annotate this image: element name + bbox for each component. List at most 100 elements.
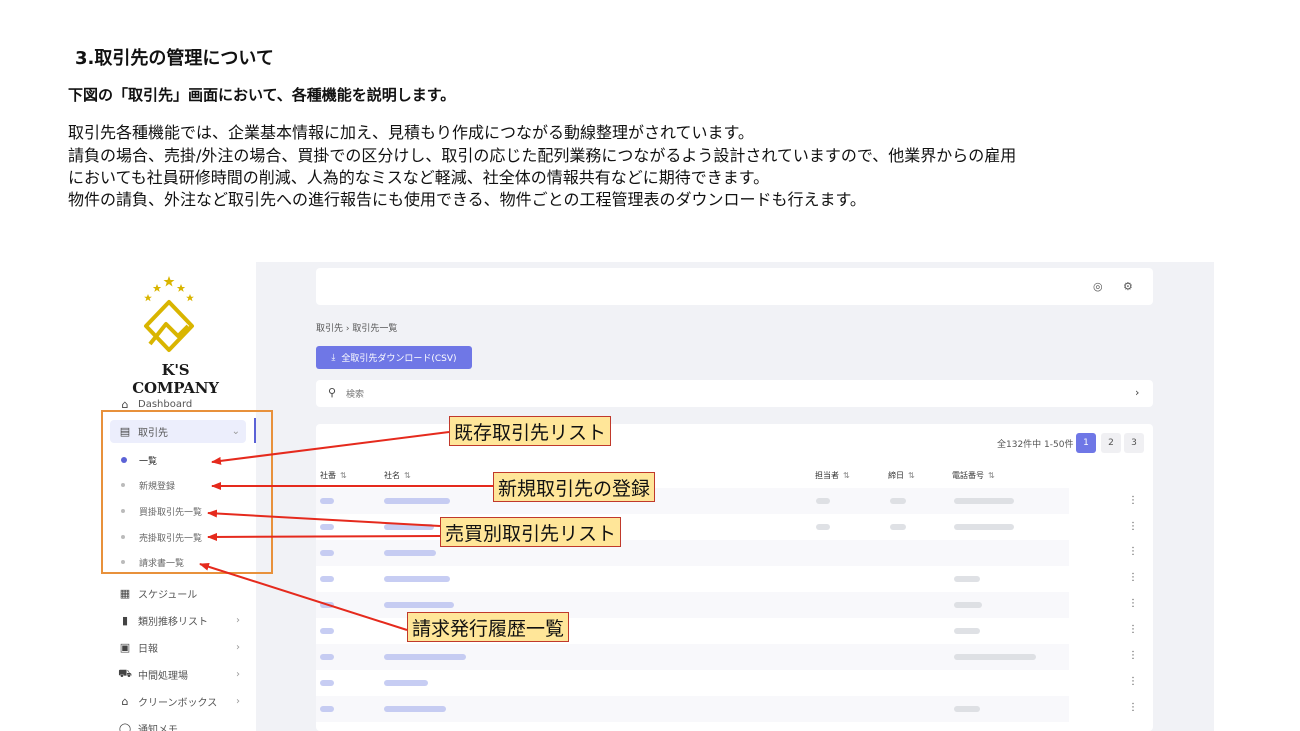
sidebar-item-label: 類別推移リスト (138, 616, 208, 628)
blurred-cell (890, 524, 906, 530)
table-row[interactable] (316, 540, 1069, 566)
search-input[interactable]: 検索 (346, 387, 364, 400)
sidebar-item-label: クリーンボックス (138, 697, 218, 709)
company-logo-icon (144, 276, 194, 352)
page-button-2[interactable]: 2 (1101, 433, 1121, 453)
sidebar-item-label: スケジュール (138, 589, 198, 601)
search-icon: ⚲ (328, 386, 337, 399)
highlight-box (101, 410, 273, 574)
callout-new: 新規取引先の登録 (493, 472, 656, 502)
chevron-right-icon[interactable]: › (1135, 386, 1139, 399)
trash-icon: ⌂ (121, 694, 129, 708)
row-menu-icon[interactable]: ⋮ (1128, 521, 1138, 532)
blurred-cell (384, 524, 434, 530)
sidebar-item-ruibetsu[interactable]: ▮ 類別推移リスト › (118, 609, 246, 631)
table-row[interactable] (316, 566, 1069, 592)
page-button-1[interactable]: 1 (1076, 433, 1096, 453)
calendar-icon: ▦ (119, 586, 131, 600)
sidebar-item-label: Dashboard (138, 398, 193, 410)
sort-icon: ⇅ (908, 471, 915, 480)
chevron-right-icon: › (236, 695, 240, 707)
blurred-cell (384, 576, 450, 582)
blurred-cell (320, 680, 334, 686)
page-button-3[interactable]: 3 (1124, 433, 1144, 453)
breadcrumb: 取引先 › 取引先一覧 (316, 324, 398, 334)
table-row[interactable] (316, 488, 1069, 514)
column-header[interactable]: 社番 ⇅ (320, 470, 347, 481)
truck-icon: ⛟ (118, 666, 132, 680)
sort-icon: ⇅ (843, 471, 850, 480)
blurred-cell (954, 576, 980, 582)
row-menu-icon[interactable]: ⋮ (1128, 702, 1138, 713)
chevron-right-icon: › (236, 668, 240, 680)
row-menu-icon[interactable]: ⋮ (1128, 676, 1138, 687)
column-header[interactable]: 電話番号 ⇅ (952, 470, 995, 481)
blurred-cell (384, 498, 450, 504)
table-row[interactable] (316, 514, 1069, 540)
download-icon: ⤓ (331, 352, 336, 363)
blurred-cell (320, 524, 334, 530)
table-row[interactable] (316, 644, 1069, 670)
column-header-label: 締日 (888, 471, 904, 480)
column-header-label: 担当者 (815, 471, 839, 480)
home-icon: ⌂ (121, 397, 129, 411)
column-header[interactable]: 社名 ⇅ (384, 470, 411, 481)
sort-icon: ⇅ (340, 471, 347, 480)
blurred-cell (384, 550, 436, 556)
column-header[interactable]: 締日 ⇅ (888, 470, 915, 481)
row-menu-icon[interactable]: ⋮ (1128, 572, 1138, 583)
column-header[interactable]: 担当者 ⇅ (815, 470, 850, 481)
gear-icon[interactable]: ⚙ (1123, 280, 1133, 293)
page: 3.取引先の管理について 下図の「取引先」画面において、各種機能を説明します。 … (0, 0, 1300, 731)
sidebar-item-label: 通知メモ (138, 724, 178, 731)
sidebar-item-nippou[interactable]: ▣ 日報 › (118, 636, 246, 658)
blurred-cell (384, 654, 466, 660)
doc-paragraph: 請負の場合、売掛/外注の場合、買掛での区分けし、取引の応じた配列業務につながるよ… (68, 146, 1017, 165)
blurred-cell (384, 706, 446, 712)
row-menu-icon[interactable]: ⋮ (1128, 546, 1138, 557)
row-menu-icon[interactable]: ⋮ (1128, 495, 1138, 506)
blurred-cell (954, 654, 1036, 660)
sidebar-item-schedule[interactable]: ▦ スケジュール (118, 582, 246, 604)
row-menu-icon[interactable]: ⋮ (1128, 650, 1138, 661)
sidebar-item-chukan[interactable]: ⛟ 中間処理場 › (118, 663, 246, 685)
globe-icon[interactable]: ◎ (1093, 280, 1103, 293)
blurred-cell (954, 706, 980, 712)
callout-invoice: 請求発行履歴一覧 (407, 612, 570, 642)
search-bar[interactable] (316, 380, 1153, 407)
report-icon: ▣ (119, 640, 131, 654)
blurred-cell (954, 628, 980, 634)
blurred-cell (320, 706, 334, 712)
callout-existing: 既存取引先リスト (449, 416, 612, 446)
blurred-cell (320, 602, 334, 608)
table-row[interactable] (316, 696, 1069, 722)
callout-trade: 売買別取引先リスト (440, 517, 622, 547)
sort-icon: ⇅ (404, 471, 411, 480)
table-row[interactable] (316, 670, 1069, 696)
download-csv-label: 全取引先ダウンロード(CSV) (341, 354, 457, 364)
blurred-cell (816, 524, 830, 530)
doc-paragraph: 物件の請負、外注など取引先への進行報告にも使用できる、物件ごとの工程管理表のダウ… (68, 190, 866, 209)
sidebar-item-tsuchi[interactable]: ◯ 通知メモ (118, 717, 246, 731)
sidebar-item-clean[interactable]: ⌂ クリーンボックス › (118, 690, 246, 712)
download-csv-button[interactable]: ⤓ 全取引先ダウンロード(CSV) (316, 346, 472, 369)
column-header-label: 電話番号 (952, 471, 984, 480)
doc-title: 3.取引先の管理について (75, 48, 274, 69)
blurred-cell (320, 550, 334, 556)
chevron-right-icon: › (236, 641, 240, 653)
blurred-cell (384, 680, 428, 686)
sidebar-item-label: 日報 (138, 643, 158, 655)
blurred-cell (954, 498, 1014, 504)
blurred-cell (384, 602, 454, 608)
doc-subtitle: 下図の「取引先」画面において、各種機能を説明します。 (68, 86, 456, 104)
blurred-cell (816, 498, 830, 504)
message-icon: ◯ (118, 721, 132, 731)
blurred-cell (320, 628, 334, 634)
row-menu-icon[interactable]: ⋮ (1128, 624, 1138, 635)
column-header-label: 社番 (320, 471, 336, 480)
row-menu-icon[interactable]: ⋮ (1128, 598, 1138, 609)
blurred-cell (320, 498, 334, 504)
record-count: 全132件中 1-50件 (997, 440, 1074, 450)
blurred-cell (320, 654, 334, 660)
bar-chart-icon: ▮ (121, 613, 129, 627)
